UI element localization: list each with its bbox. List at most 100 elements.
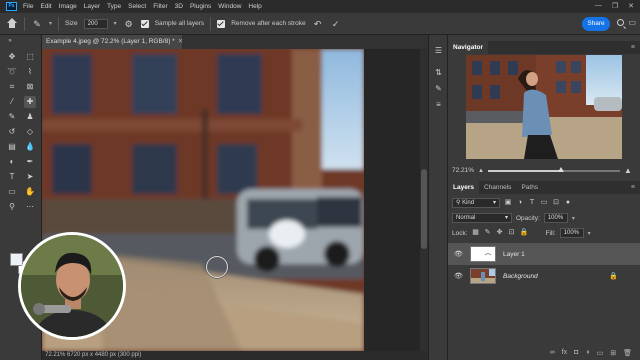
scrollbar-thumb[interactable] [421, 169, 427, 249]
adjustments-icon[interactable]: ☰ [433, 45, 444, 56]
fx-icon[interactable]: fx [562, 349, 567, 356]
spot-healing-tool-icon[interactable]: ✚ [24, 96, 36, 108]
visibility-eye-icon[interactable]: 👁 [454, 272, 464, 280]
filter-adjustment-icon[interactable]: ◑ [516, 199, 524, 207]
kind-filter-select[interactable]: ⚲ Kind ▾ [452, 198, 500, 208]
layers-menu-icon[interactable]: ≡ [631, 184, 635, 191]
history-brush-icon[interactable]: ↺ [6, 126, 18, 138]
pen-tool-icon[interactable]: ✒ [24, 156, 36, 168]
rectangle-tool-icon[interactable]: ▭ [6, 186, 18, 198]
filter-toggle-icon[interactable]: ● [564, 199, 572, 207]
maximize-button[interactable]: ❐ [612, 2, 618, 10]
undo-icon[interactable]: ↶ [312, 18, 324, 30]
spot-healing-brush-icon[interactable]: ✎ [31, 18, 43, 30]
brush-settings-icon[interactable]: ⚙ [123, 18, 135, 30]
vertical-scrollbar[interactable] [420, 49, 428, 351]
crop-tool-icon[interactable]: ⌗ [6, 81, 18, 93]
zoom-slider-knob[interactable] [557, 167, 564, 172]
new-layer-icon[interactable]: ⊞ [610, 349, 616, 357]
delete-layer-icon[interactable]: 🗑 [623, 349, 632, 357]
tool-preset-chevron-icon[interactable]: ▾ [49, 20, 52, 27]
lock-position-icon[interactable]: ✥ [496, 229, 504, 237]
eyedropper-icon[interactable]: ⁄ [6, 96, 18, 108]
remove-after-stroke-checkbox[interactable] [217, 19, 226, 28]
menu-image[interactable]: Image [59, 3, 77, 10]
share-button[interactable]: Share [582, 17, 610, 31]
type-tool-icon[interactable]: T [6, 171, 18, 183]
navigator-zoom-slider[interactable] [488, 167, 620, 172]
sample-all-layers-checkbox[interactable] [140, 19, 149, 28]
zoom-out-icon[interactable]: ▲ [478, 168, 484, 174]
navigator-thumbnail[interactable] [466, 55, 622, 159]
layer-row-background[interactable]: 👁 Background 🔒 [448, 265, 640, 287]
filter-smart-object-icon[interactable]: ⊡ [552, 199, 560, 207]
zoom-tool-icon[interactable]: ⚲ [6, 201, 18, 213]
zoom-in-icon[interactable]: ▲ [624, 166, 632, 175]
lock-pixels-icon[interactable]: ✎ [484, 229, 492, 237]
menu-window[interactable]: Window [218, 3, 241, 10]
close-window-button[interactable]: ✕ [628, 2, 634, 10]
document-tab[interactable]: Example 4.jpeg @ 72.2% (Layer 1, RGB/8) … [42, 35, 183, 49]
clone-stamp-icon[interactable]: ♟ [24, 111, 36, 123]
hand-tool-icon[interactable]: ✋ [24, 186, 36, 198]
visibility-eye-icon[interactable]: 👁 [454, 250, 464, 258]
frame-tool-icon[interactable]: ⊠ [24, 81, 36, 93]
opacity-chevron-icon[interactable]: ▾ [572, 215, 575, 222]
blend-row: Normal ▾ Opacity: 100% ▾ [452, 213, 575, 223]
link-layers-icon[interactable]: ∞ [550, 349, 555, 356]
minimize-button[interactable]: — [595, 2, 602, 10]
path-selection-icon[interactable]: ➤ [24, 171, 36, 183]
add-mask-icon[interactable]: ◘ [574, 349, 578, 356]
blend-mode-select[interactable]: Normal ▾ [452, 213, 512, 223]
opacity-input[interactable]: 100% [543, 213, 568, 223]
lock-artboard-icon[interactable]: ⊡ [508, 229, 516, 237]
lock-transparent-icon[interactable]: ▦ [472, 229, 480, 237]
menu-edit[interactable]: Edit [40, 3, 51, 10]
filter-type-icon[interactable]: T [528, 199, 536, 207]
layer-row-layer-1[interactable]: 👁 Layer 1 [448, 243, 640, 265]
menu-file[interactable]: File [23, 3, 33, 10]
dodge-tool-icon[interactable]: ◐ [6, 156, 18, 168]
adjustment-layer-icon[interactable]: ◑ [585, 349, 589, 356]
menu-select[interactable]: Select [128, 3, 146, 10]
navigator-menu-icon[interactable]: ≡ [631, 44, 635, 51]
fill-input[interactable]: 100% [559, 228, 584, 238]
menu-type[interactable]: Type [107, 3, 121, 10]
checkmark-icon[interactable]: ✓ [330, 18, 342, 30]
new-group-icon[interactable]: ▭ [597, 349, 604, 357]
lock-all-icon[interactable]: 🔒 [520, 229, 529, 237]
tab-layers[interactable]: Layers [448, 181, 479, 194]
marquee-tool-icon[interactable]: ⬚ [24, 51, 36, 63]
divider [24, 16, 25, 31]
eraser-icon[interactable]: ◇ [24, 126, 36, 138]
blur-tool-icon[interactable]: 💧 [24, 141, 36, 153]
properties-icon[interactable]: ≡ [433, 99, 444, 110]
foreground-color-swatch[interactable] [10, 253, 23, 266]
size-input[interactable]: 200 [83, 18, 108, 29]
tab-navigator[interactable]: Navigator [448, 41, 488, 54]
close-document-icon[interactable]: ✕ [178, 38, 183, 45]
tab-paths[interactable]: Paths [516, 181, 543, 194]
workspace-icon[interactable]: ▭ [628, 18, 636, 27]
menu-filter[interactable]: Filter [153, 3, 167, 10]
menu-layer[interactable]: Layer [84, 3, 100, 10]
brush-settings-panel-icon[interactable]: ✎ [433, 83, 444, 94]
menu-plugins[interactable]: Plugins [190, 3, 211, 10]
size-chevron-icon[interactable]: ▾ [114, 20, 117, 27]
more-tools-icon[interactable]: ⋯ [24, 201, 36, 213]
gradient-tool-icon[interactable]: ▤ [6, 141, 18, 153]
quick-selection-icon[interactable]: ⌇ [24, 66, 36, 78]
fill-chevron-icon[interactable]: ▾ [588, 230, 591, 237]
tab-channels[interactable]: Channels [479, 181, 516, 194]
brush-tool-icon[interactable]: ✎ [6, 111, 18, 123]
collapse-tools-icon[interactable]: » [4, 35, 16, 47]
lasso-tool-icon[interactable]: ➰ [6, 66, 18, 78]
menu-help[interactable]: Help [248, 3, 261, 10]
filter-shape-icon[interactable]: ▭ [540, 199, 548, 207]
history-icon[interactable]: ⇅ [433, 67, 444, 78]
menu-3d[interactable]: 3D [175, 3, 183, 10]
move-tool-icon[interactable]: ✥ [6, 51, 18, 63]
home-icon[interactable] [6, 17, 18, 30]
search-icon[interactable] [617, 19, 624, 26]
filter-pixel-icon[interactable]: ▣ [504, 199, 512, 207]
